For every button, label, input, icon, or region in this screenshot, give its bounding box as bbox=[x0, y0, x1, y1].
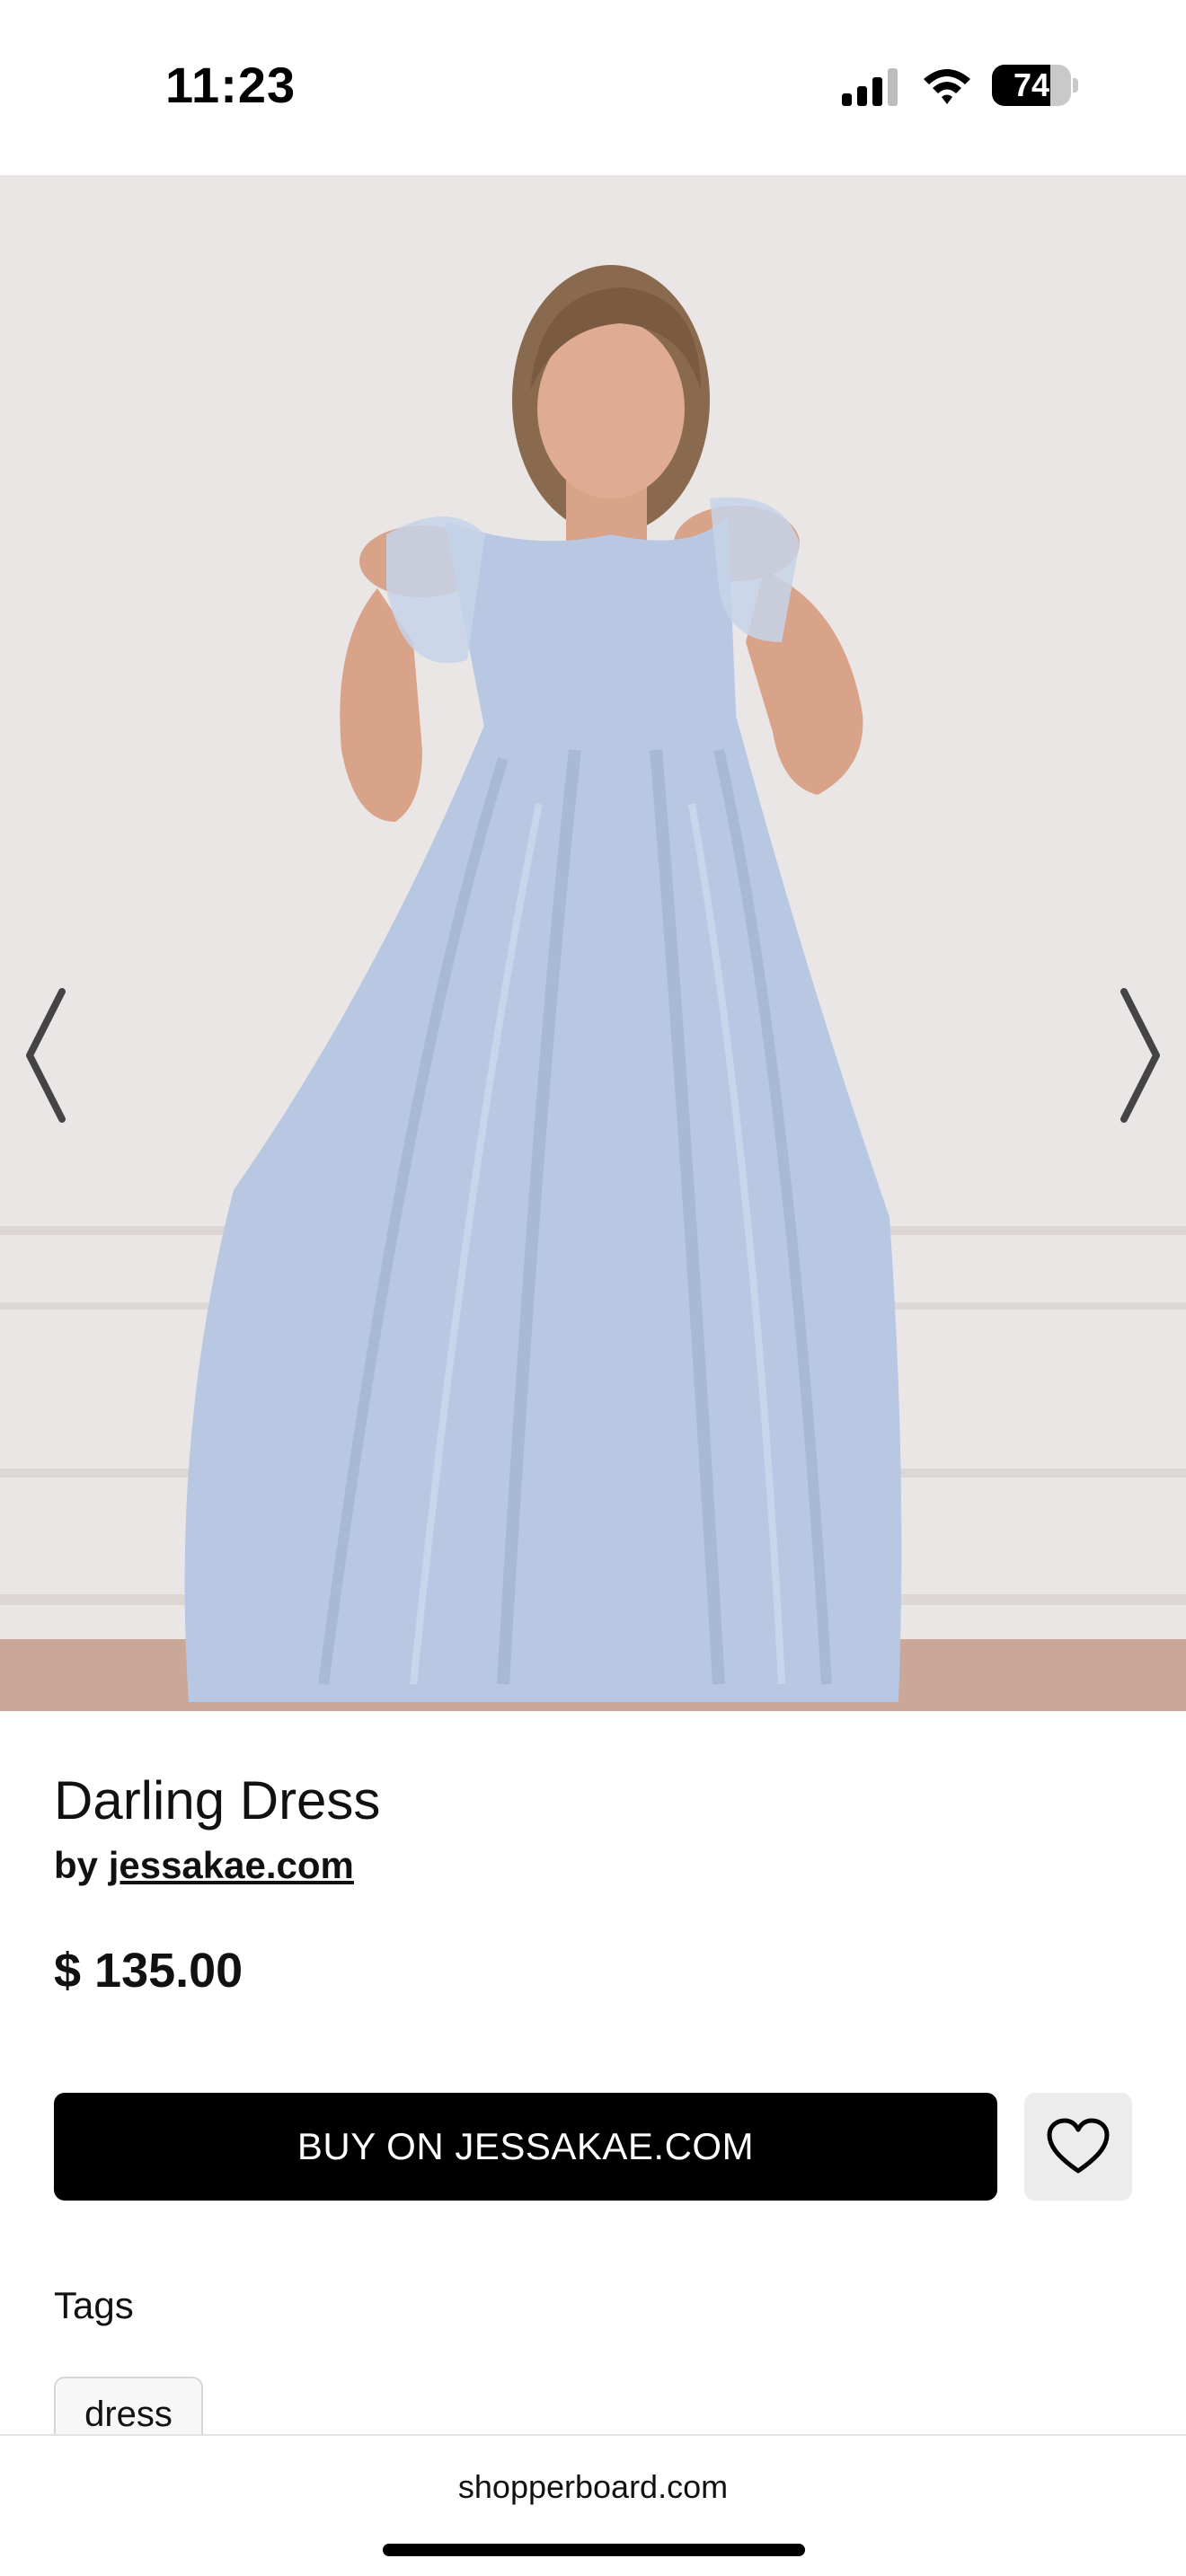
brand-link[interactable]: jessakae.com bbox=[109, 1844, 354, 1886]
browser-bottom-bar: shopperboard.com bbox=[0, 2434, 1186, 2576]
favorite-button[interactable] bbox=[1024, 2093, 1132, 2201]
signal-icon bbox=[842, 68, 898, 106]
product-price: $ 135.00 bbox=[54, 1944, 243, 1998]
chevron-left-icon bbox=[26, 988, 66, 1123]
battery-body: 74 bbox=[992, 65, 1071, 106]
tags-heading: Tags bbox=[54, 2284, 134, 2326]
carousel-prev-button[interactable] bbox=[13, 984, 75, 1127]
url-display[interactable]: shopperboard.com bbox=[0, 2468, 1186, 2506]
status-time: 11:23 bbox=[165, 57, 296, 113]
product-image[interactable] bbox=[0, 175, 1186, 1711]
buy-button[interactable]: BUY ON JESSAKAE.COM bbox=[54, 2093, 997, 2201]
battery-icon: 74 bbox=[992, 65, 1078, 106]
carousel-next-button[interactable] bbox=[1111, 984, 1173, 1127]
chevron-right-icon bbox=[1120, 988, 1160, 1123]
status-bar: 11:23 74 bbox=[0, 0, 1186, 175]
heart-icon bbox=[1047, 2118, 1110, 2174]
product-title: Darling Dress bbox=[54, 1770, 381, 1831]
battery-cap bbox=[1073, 78, 1078, 93]
product-page: 11:23 74 Darling Dress by jessakae.com $… bbox=[0, 0, 1186, 2576]
battery-level: 74 bbox=[1013, 66, 1050, 103]
brand-line: by jessakae.com bbox=[54, 1844, 354, 1887]
home-indicator[interactable] bbox=[383, 2544, 805, 2556]
wifi-icon bbox=[924, 69, 970, 104]
product-photo bbox=[0, 175, 1186, 1711]
brand-prefix: by bbox=[54, 1844, 99, 1886]
